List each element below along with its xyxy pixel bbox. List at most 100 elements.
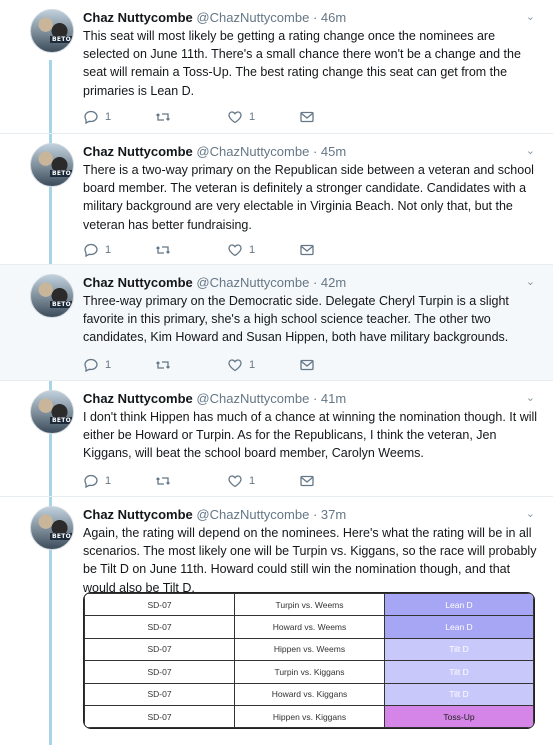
matchup-cell: Howard vs. Weems — [234, 615, 385, 639]
matchup-cell: Hippen vs. Weems — [234, 637, 385, 662]
separator-dot: · — [312, 391, 318, 406]
rating-cell: Tilt D — [384, 682, 534, 706]
chevron-down-icon[interactable]: ⌄ — [526, 391, 535, 404]
avatar-badge: BETO — [50, 301, 73, 308]
avatar[interactable]: BETO — [30, 143, 74, 187]
reply-count: 1 — [105, 111, 112, 123]
matchup-cell: Turpin vs. Kiggans — [234, 660, 385, 684]
avatar-badge: BETO — [50, 533, 73, 540]
direct-message-button[interactable] — [299, 109, 371, 125]
tweet-text: There is a two-way primary on the Republ… — [83, 163, 534, 232]
tweet[interactable]: BETO Chaz Nuttycombe @ChazNuttycombe · 4… — [0, 381, 553, 497]
envelope-icon — [300, 244, 314, 256]
envelope-icon — [300, 475, 314, 487]
chevron-down-icon[interactable]: ⌄ — [526, 507, 535, 520]
ratings-table-image[interactable]: SD-07 Turpin vs. Weems Lean D SD-07 Howard v… — [83, 592, 535, 730]
timestamp[interactable]: 41m — [321, 391, 346, 406]
avatar[interactable]: BETO — [30, 390, 74, 434]
tweet[interactable]: BETO Chaz Nuttycombe @ChazNuttycombe · 4… — [0, 134, 553, 265]
like-button[interactable]: 1 — [227, 357, 299, 373]
retweet-button[interactable] — [155, 242, 227, 258]
author-handle[interactable]: @ChazNuttycombe — [196, 391, 309, 406]
separator-dot: · — [312, 275, 318, 290]
district-cell: SD-07 — [84, 637, 235, 662]
author-handle[interactable]: @ChazNuttycombe — [196, 144, 309, 159]
reply-button[interactable]: 1 — [83, 242, 155, 258]
tweet-actions: 1 1 — [83, 108, 371, 126]
district-cell: SD-07 — [84, 615, 235, 639]
retweet-icon — [156, 477, 170, 485]
author-name[interactable]: Chaz Nuttycombe — [83, 275, 193, 290]
reply-button[interactable]: 1 — [83, 109, 155, 125]
like-button[interactable]: 1 — [227, 473, 299, 489]
rating-cell: Toss-Up — [384, 704, 534, 729]
matchup-cell: Turpin vs. Weems — [234, 593, 385, 617]
tweet-text: Again, the rating will depend on the nom… — [83, 526, 537, 595]
separator-dot: · — [312, 507, 318, 522]
timestamp[interactable]: 42m — [321, 275, 346, 290]
chevron-down-icon[interactable]: ⌄ — [526, 10, 535, 23]
timestamp[interactable]: 46m — [321, 10, 346, 25]
reply-icon — [84, 474, 98, 489]
avatar[interactable]: BETO — [30, 506, 74, 550]
reply-icon — [84, 243, 98, 258]
retweet-button[interactable] — [155, 473, 227, 489]
tweet-actions: 1 1 — [83, 241, 371, 259]
author-handle[interactable]: @ChazNuttycombe — [196, 507, 309, 522]
district-cell: SD-07 — [84, 660, 235, 684]
table-row: SD-07 Hippen vs. Weems Tilt D — [84, 637, 534, 662]
separator-dot: · — [312, 144, 318, 159]
direct-message-button[interactable] — [299, 242, 371, 258]
reply-icon — [84, 358, 98, 373]
reply-button[interactable]: 1 — [83, 473, 155, 489]
tweet[interactable]: BETO Chaz Nuttycombe @ChazNuttycombe · 3… — [0, 497, 553, 745]
table-row: SD-07 Turpin vs. Weems Lean D — [84, 593, 534, 617]
author-handle[interactable]: @ChazNuttycombe — [196, 275, 309, 290]
tweet[interactable]: BETO Chaz Nuttycombe @ChazNuttycombe · 4… — [0, 0, 553, 134]
matchup-cell: Hippen vs. Kiggans — [234, 704, 385, 729]
author-name[interactable]: Chaz Nuttycombe — [83, 507, 193, 522]
like-count: 1 — [249, 244, 256, 256]
ratings-table: SD-07 Turpin vs. Weems Lean D SD-07 Howard v… — [84, 593, 534, 729]
like-count: 1 — [249, 475, 256, 487]
direct-message-button[interactable] — [299, 357, 371, 373]
rating-cell: Lean D — [384, 593, 534, 617]
timestamp[interactable]: 45m — [321, 144, 346, 159]
reply-count: 1 — [105, 244, 112, 256]
heart-icon — [228, 359, 242, 372]
district-cell: SD-07 — [84, 682, 235, 706]
heart-icon — [228, 111, 242, 124]
avatar-badge: BETO — [50, 170, 73, 177]
separator-dot: · — [312, 10, 318, 25]
district-cell: SD-07 — [84, 593, 235, 617]
retweet-button[interactable] — [155, 357, 227, 373]
author-name[interactable]: Chaz Nuttycombe — [83, 10, 193, 25]
avatar[interactable]: BETO — [30, 9, 74, 53]
table-row: SD-07 Howard vs. Kiggans Tilt D — [84, 682, 534, 706]
table-row: SD-07 Hippen vs. Kiggans Toss-Up — [84, 704, 534, 729]
chevron-down-icon[interactable]: ⌄ — [526, 275, 535, 288]
author-handle[interactable]: @ChazNuttycombe — [196, 10, 309, 25]
tweet-text: Three-way primary on the Democratic side… — [83, 294, 509, 345]
reply-count: 1 — [105, 359, 112, 371]
timestamp[interactable]: 37m — [321, 507, 346, 522]
envelope-icon — [300, 359, 314, 371]
district-cell: SD-07 — [84, 704, 235, 729]
author-name[interactable]: Chaz Nuttycombe — [83, 391, 193, 406]
tweet[interactable]: BETO Chaz Nuttycombe @ChazNuttycombe · 4… — [0, 265, 553, 381]
tweet-actions: 1 1 — [83, 472, 371, 490]
like-count: 1 — [249, 359, 256, 371]
retweet-button[interactable] — [155, 109, 227, 125]
like-button[interactable]: 1 — [227, 109, 299, 125]
reply-icon — [84, 110, 98, 125]
direct-message-button[interactable] — [299, 473, 371, 489]
chevron-down-icon[interactable]: ⌄ — [526, 144, 535, 157]
author-name[interactable]: Chaz Nuttycombe — [83, 144, 193, 159]
tweet-header: Chaz Nuttycombe @ChazNuttycombe · 46m — [83, 10, 346, 26]
avatar[interactable]: BETO — [30, 274, 74, 318]
table-row: SD-07 Howard vs. Weems Lean D — [84, 615, 534, 639]
reply-button[interactable]: 1 — [83, 357, 155, 373]
like-button[interactable]: 1 — [227, 242, 299, 258]
retweet-icon — [156, 246, 170, 254]
tweet-header: Chaz Nuttycombe @ChazNuttycombe · 45m — [83, 144, 346, 160]
